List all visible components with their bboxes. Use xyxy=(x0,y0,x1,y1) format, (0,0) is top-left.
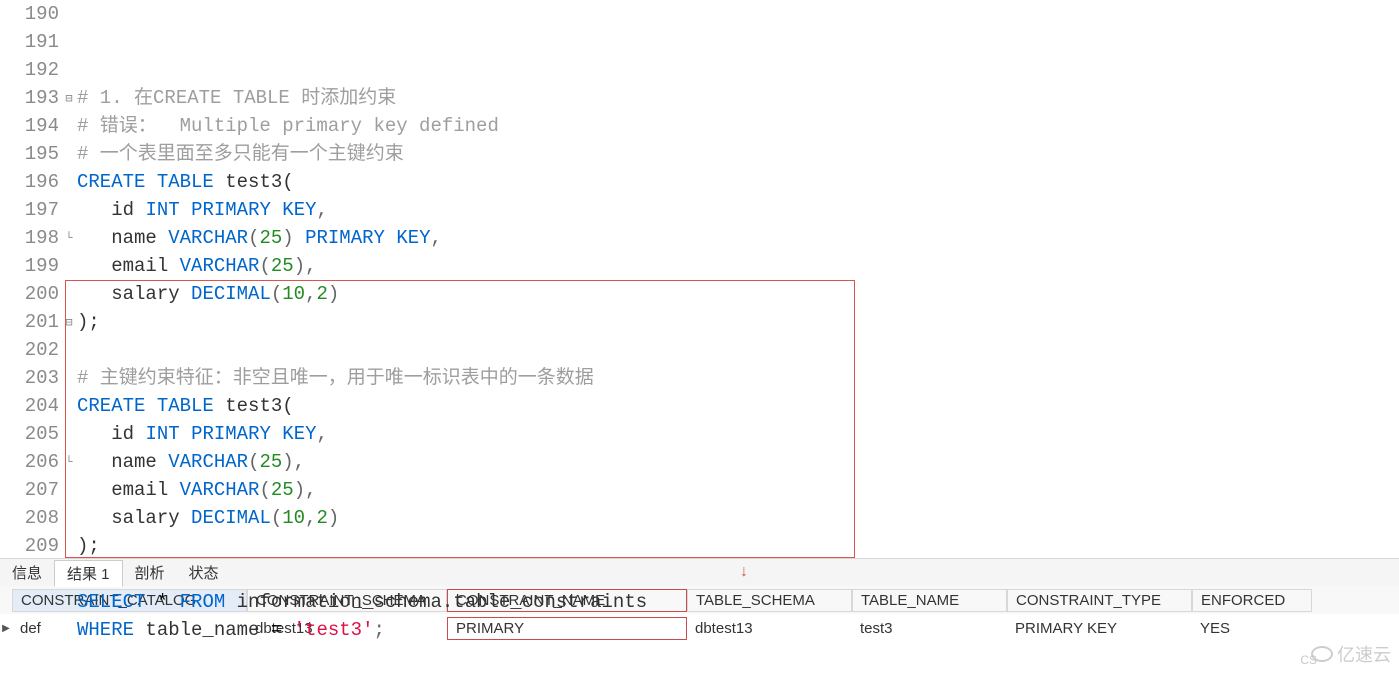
code-line[interactable]: SELECT * FROM information_schema.table_c… xyxy=(77,588,1399,616)
code-line[interactable]: id INT PRIMARY KEY, xyxy=(77,420,1399,448)
code-line[interactable]: email VARCHAR(25), xyxy=(77,252,1399,280)
tab-2[interactable]: 剖析 xyxy=(123,560,177,585)
code-line[interactable]: name VARCHAR(25) PRIMARY KEY, xyxy=(77,224,1399,252)
line-number: 201 xyxy=(0,308,59,336)
results-tab-bar: 信息结果 1剖析状态 ↓ xyxy=(0,558,1399,586)
line-number: 202 xyxy=(0,336,59,364)
tab-3[interactable]: 状态 xyxy=(177,560,231,585)
code-line[interactable]: salary DECIMAL(10,2) xyxy=(77,280,1399,308)
line-number: 195 xyxy=(0,140,59,168)
code-content[interactable]: # 1. 在CREATE TABLE 时添加约束# 错误： Multiple p… xyxy=(75,0,1399,558)
code-line[interactable]: salary DECIMAL(10,2) xyxy=(77,504,1399,532)
line-number: 203 xyxy=(0,364,59,392)
fold-end-icon: └ xyxy=(63,448,75,476)
cloud-icon xyxy=(1311,646,1333,662)
line-number: 190 xyxy=(0,0,59,28)
fold-open-icon[interactable]: ⊟ xyxy=(63,84,75,112)
code-line[interactable]: name VARCHAR(25), xyxy=(77,448,1399,476)
line-number: 192 xyxy=(0,56,59,84)
row-indicator-icon: ▶ xyxy=(0,623,12,634)
line-number: 200 xyxy=(0,280,59,308)
fold-column: ⊟ └ ⊟ └ xyxy=(65,0,75,558)
watermark: 亿速云 xyxy=(1311,641,1391,667)
line-number: 205 xyxy=(0,420,59,448)
line-number: 207 xyxy=(0,476,59,504)
line-number: 204 xyxy=(0,392,59,420)
code-line[interactable]: CREATE TABLE test3( xyxy=(77,168,1399,196)
fold-open-icon[interactable]: ⊟ xyxy=(63,308,75,336)
code-line[interactable]: id INT PRIMARY KEY, xyxy=(77,196,1399,224)
line-number: 198 xyxy=(0,224,59,252)
watermark-text: 亿速云 xyxy=(1337,641,1391,667)
tab-0[interactable]: 信息 xyxy=(0,560,54,585)
arrow-down-icon: ↓ xyxy=(740,563,748,581)
line-number-gutter: 1901911921931941951961971981992002012022… xyxy=(0,0,65,558)
code-line[interactable]: # 1. 在CREATE TABLE 时添加约束 xyxy=(77,84,1399,112)
line-number: 208 xyxy=(0,504,59,532)
line-number: 197 xyxy=(0,196,59,224)
code-line[interactable]: WHERE table_name = 'test3'; xyxy=(77,616,1399,644)
line-number: 209 xyxy=(0,532,59,560)
line-number: 206 xyxy=(0,448,59,476)
line-number: 196 xyxy=(0,168,59,196)
code-line[interactable]: # 错误： Multiple primary key defined xyxy=(77,112,1399,140)
code-line[interactable]: # 主键约束特征：非空且唯一，用于唯一标识表中的一条数据 xyxy=(77,364,1399,392)
line-number: 199 xyxy=(0,252,59,280)
code-line[interactable]: email VARCHAR(25), xyxy=(77,476,1399,504)
code-line[interactable]: # 一个表里面至多只能有一个主键约束 xyxy=(77,140,1399,168)
code-line[interactable] xyxy=(77,336,1399,364)
code-line[interactable]: ); xyxy=(77,308,1399,336)
code-editor[interactable]: 1901911921931941951961971981992002012022… xyxy=(0,0,1399,558)
fold-end-icon: └ xyxy=(63,224,75,252)
line-number: 191 xyxy=(0,28,59,56)
code-line[interactable]: CREATE TABLE test3( xyxy=(77,392,1399,420)
tab-1[interactable]: 结果 1 xyxy=(54,560,123,587)
code-line[interactable]: ); xyxy=(77,532,1399,560)
line-number: 194 xyxy=(0,112,59,140)
line-number: 193 xyxy=(0,84,59,112)
